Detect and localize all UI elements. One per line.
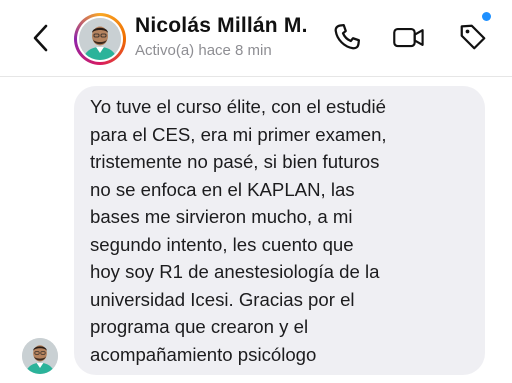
call-button[interactable] [330, 20, 364, 54]
message-bubble[interactable]: Yo tuve el curso élite, con el estudié p… [74, 86, 485, 375]
tag-icon [460, 24, 486, 50]
avatar-photo [79, 18, 121, 60]
video-call-button[interactable] [392, 20, 426, 54]
notification-dot [482, 12, 491, 21]
contact-avatar[interactable] [74, 13, 126, 65]
phone-icon [334, 24, 360, 50]
sender-avatar[interactable] [22, 338, 58, 374]
active-status: Activo(a) hace 8 min [135, 42, 272, 59]
tag-button[interactable] [456, 20, 490, 54]
back-chevron-icon [33, 24, 48, 52]
video-camera-icon [393, 27, 424, 48]
chat-header: Nicolás Millán M. Activo(a) hace 8 min [0, 0, 512, 77]
contact-name[interactable]: Nicolás Millán M. [135, 14, 308, 38]
back-button[interactable] [28, 22, 54, 54]
